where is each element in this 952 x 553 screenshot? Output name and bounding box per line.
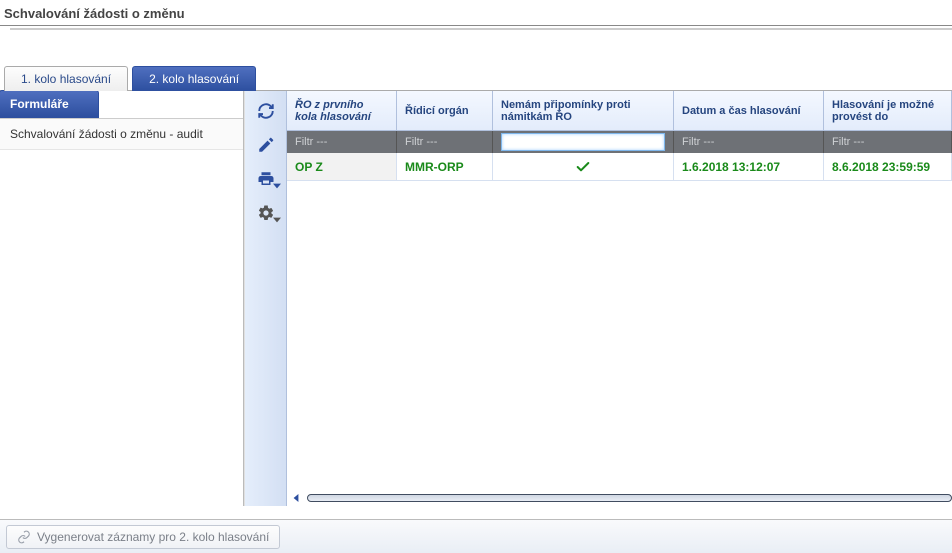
link-icon <box>17 530 31 544</box>
tab-round-2[interactable]: 2. kolo hlasování <box>132 66 256 91</box>
horizontal-scrollbar[interactable] <box>287 490 952 506</box>
generate-round2-label: Vygenerovat záznamy pro 2. kolo hlasován… <box>37 530 269 544</box>
content-row: Formuláře Schvalování žádosti o změnu - … <box>0 90 952 506</box>
grid-header-row: ŘO z prvního kola hlasování Řídicí orgán… <box>287 91 952 131</box>
cell-ro: OP Z <box>287 153 397 181</box>
print-icon[interactable] <box>254 167 278 191</box>
vertical-toolbar <box>245 91 287 506</box>
check-icon <box>575 159 591 175</box>
spacer <box>0 30 952 64</box>
main: ŘO z prvního kola hlasování Řídicí orgán… <box>244 91 952 506</box>
cell-ridici: MMR-ORP <box>397 153 493 181</box>
sidebar-item-audit[interactable]: Schvalování žádosti o změnu - audit <box>0 119 243 150</box>
filter-nemam-input[interactable] <box>501 133 665 151</box>
scroll-left-icon[interactable] <box>291 493 301 503</box>
grid-filter-row: Filtr --- Filtr --- Filtr --- Filtr --- <box>287 131 952 153</box>
divider <box>0 25 952 26</box>
refresh-icon[interactable] <box>254 99 278 123</box>
cell-datum: 1.6.2018 13:12:07 <box>674 153 824 181</box>
top-tabs: 1. kolo hlasování 2. kolo hlasování <box>0 64 952 90</box>
filter-ro[interactable]: Filtr --- <box>287 131 397 153</box>
generate-round2-button[interactable]: Vygenerovat záznamy pro 2. kolo hlasován… <box>6 525 280 549</box>
filter-nemam-wrap <box>493 131 674 153</box>
filter-hlas[interactable]: Filtr --- <box>824 131 952 153</box>
sidebar-body: Schvalování žádosti o změnu - audit <box>0 118 243 506</box>
page-title: Schvalování žádosti o změnu <box>0 0 952 25</box>
sidebar: Formuláře Schvalování žádosti o změnu - … <box>0 91 244 506</box>
col-header-ridici[interactable]: Řídicí orgán <box>397 91 493 131</box>
col-header-hlas[interactable]: Hlasování je možné provést do <box>824 91 952 131</box>
cell-hlas: 8.6.2018 23:59:59 <box>824 153 952 181</box>
col-header-nemam[interactable]: Nemám připomínky proti námitkám ŘO <box>493 91 674 131</box>
scroll-track[interactable] <box>307 494 952 502</box>
col-header-ro[interactable]: ŘO z prvního kola hlasování <box>287 91 397 131</box>
grid: ŘO z prvního kola hlasování Řídicí orgán… <box>287 91 952 506</box>
tab-round-1[interactable]: 1. kolo hlasování <box>4 66 128 91</box>
settings-icon[interactable] <box>254 201 278 225</box>
filter-datum[interactable]: Filtr --- <box>674 131 824 153</box>
col-header-datum[interactable]: Datum a čas hlasování <box>674 91 824 131</box>
filter-ridici[interactable]: Filtr --- <box>397 131 493 153</box>
edit-icon[interactable] <box>254 133 278 157</box>
grid-empty-space <box>287 181 952 490</box>
bottom-bar: Vygenerovat záznamy pro 2. kolo hlasován… <box>0 519 952 553</box>
table-row[interactable]: OP Z MMR-ORP 1.6.2018 13:12:07 8.6.2018 … <box>287 153 952 181</box>
cell-nemam <box>493 153 674 181</box>
sidebar-header: Formuláře <box>0 90 99 118</box>
